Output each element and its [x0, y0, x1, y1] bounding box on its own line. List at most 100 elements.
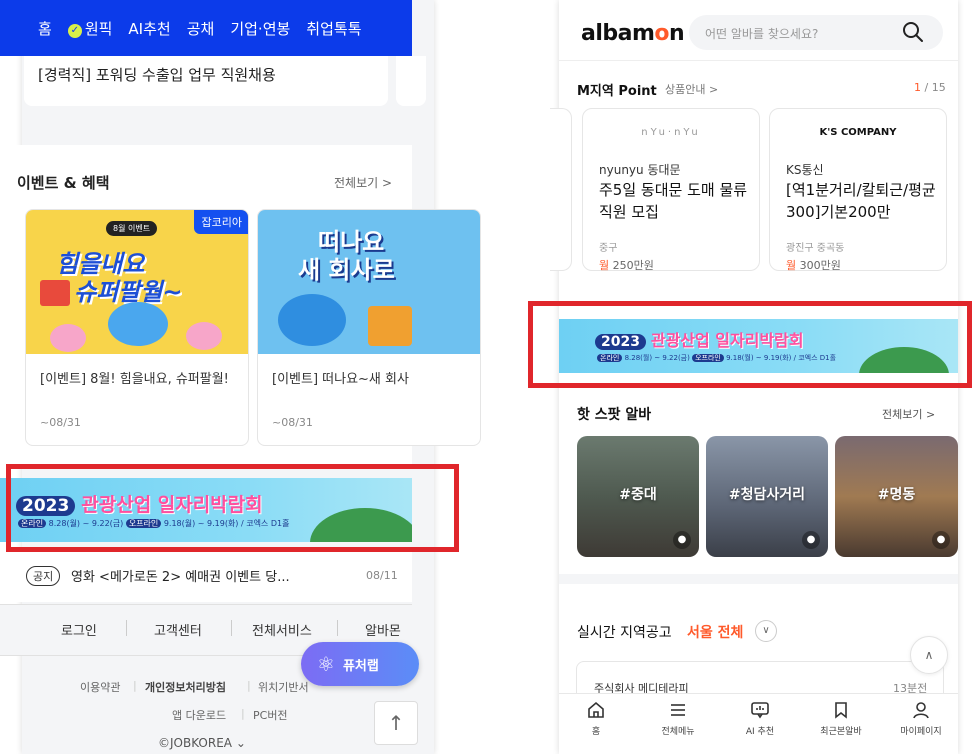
bottom-nav-label: 전체메뉴: [661, 727, 695, 737]
top-nav: 홈 ✓ 원픽 AI추천 공채 기업·연봉 취업톡톡: [0, 0, 412, 56]
divider: [126, 620, 127, 636]
footer-albamon-link[interactable]: 알바몬: [365, 620, 401, 639]
pay-amount: 300만원: [796, 259, 841, 272]
albamon-logo[interactable]: albamon: [581, 21, 685, 46]
event-card[interactable]: 떠나요 새 회사로 [이벤트] 떠나요~새 회사 ~08/31: [257, 209, 481, 446]
footer-login-link[interactable]: 로그인: [61, 620, 97, 639]
footer-location-link[interactable]: 위치기반서: [258, 679, 309, 695]
nav-company-salary[interactable]: 기업·연봉: [230, 18, 290, 39]
realtime-title: 실시간 지역공고: [577, 625, 672, 641]
logo-o: o: [654, 21, 670, 46]
job-card-next[interactable]: [396, 56, 426, 106]
section-divider: [559, 574, 958, 584]
event-tag: 8월 이벤트: [106, 221, 158, 236]
copyright-dropdown[interactable]: ©JOBKOREA ⌄: [158, 736, 246, 750]
hotspot-title: 핫 스팟 알바: [577, 407, 652, 423]
carousel-total: / 15: [921, 81, 946, 94]
footer-customer-center-link[interactable]: 고객센터: [154, 620, 202, 639]
footer-terms-link[interactable]: 이용약관: [80, 679, 120, 695]
nav-home[interactable]: 홈: [38, 18, 52, 39]
point-card-edge[interactable]: [550, 108, 572, 271]
nav-ai-recommend[interactable]: AI추천: [128, 18, 170, 39]
hotspot-card[interactable]: #중대 ●: [577, 436, 699, 557]
bottom-nav-label: 홈: [591, 727, 601, 737]
event-date: ~08/31: [272, 416, 313, 429]
scroll-top-button[interactable]: ↑: [374, 701, 418, 745]
hotspot-card[interactable]: #청담사거리 ●: [706, 436, 828, 557]
notice-tag: 공지: [26, 566, 61, 586]
bottom-nav-menu[interactable]: 전체메뉴: [648, 700, 708, 737]
pay-unit: 월: [599, 259, 610, 272]
logo-text: albam: [581, 21, 655, 46]
jobkorea-badge: 잡코리아: [193, 210, 248, 234]
check-icon: ✓: [67, 23, 82, 38]
scroll-top-button[interactable]: ∧: [910, 636, 948, 674]
nav-onepick[interactable]: ✓ 원픽: [67, 18, 113, 39]
pay-unit: 월: [786, 259, 797, 272]
job-card[interactable]: [경력직] 포워딩 수출입 업무 직원채용: [24, 56, 388, 106]
bottom-nav-home[interactable]: 홈: [566, 700, 626, 737]
nav-public-recruit[interactable]: 공채: [187, 18, 215, 39]
event-card[interactable]: 8월 이벤트 잡코리아 힘을내요 슈퍼팔월~ [이벤트] 8월! 힘을내요, 슈…: [25, 209, 249, 446]
bottom-nav-recent[interactable]: 최근본알바: [811, 700, 871, 737]
location-pin-icon: ●: [802, 531, 820, 549]
bottom-nav-mypage[interactable]: 마이페이지: [891, 700, 951, 737]
location-pin-icon: ●: [673, 531, 691, 549]
job-pay: 월 250만원: [599, 257, 654, 273]
notice-text[interactable]: 영화 <메가로돈 2> 예매권 이벤트 당...: [71, 566, 290, 585]
divider: |: [133, 679, 137, 692]
job-title: [역1분거리/칼퇴근/평균300]기본200만: [786, 181, 936, 221]
point-section-title: M지역 Point: [577, 84, 657, 99]
brand-logo: nYu·nYu: [641, 127, 701, 138]
hotspot-label: #청담사거리: [728, 487, 806, 503]
notice-date: 08/11: [366, 569, 398, 582]
realtime-region[interactable]: 서울 전체: [687, 622, 743, 642]
event-title: [이벤트] 떠나요~새 회사: [272, 372, 409, 387]
ai-chat-icon: [751, 702, 769, 719]
hotspot-label: #명동: [877, 487, 916, 503]
highlight-box: [528, 301, 972, 388]
footer-pc-version-link[interactable]: PC버전: [253, 707, 288, 723]
event-title: [이벤트] 8월! 힘을내요, 슈퍼팔월!: [40, 372, 229, 387]
footer-all-services-link[interactable]: 전체서비스: [252, 620, 312, 639]
hotspot-card[interactable]: #명동 ●: [835, 436, 958, 557]
events-view-all-link[interactable]: 전체보기 >: [334, 174, 392, 191]
futurelab-label: 퓨처랩: [342, 658, 379, 674]
atom-icon: ⚛: [317, 652, 335, 676]
futurelab-button[interactable]: ⚛ 퓨처랩: [301, 642, 419, 686]
chevron-down-icon[interactable]: ∨: [755, 620, 777, 642]
divider: [231, 620, 232, 636]
product-info-link[interactable]: 상품안내 >: [665, 81, 718, 97]
logo-text-end: n: [669, 21, 685, 46]
bottom-nav-label: 최근본알바: [820, 727, 862, 737]
hotspot-view-all-link[interactable]: 전체보기 >: [882, 406, 935, 422]
event-image: 떠나요 새 회사로: [258, 210, 480, 354]
bottom-nav-label: 마이페이지: [900, 727, 942, 737]
footer-privacy-link[interactable]: 개인정보처리방침: [145, 679, 226, 695]
footer-app-download-link[interactable]: 앱 다운로드: [172, 707, 226, 723]
bottom-nav-label: AI 추천: [745, 727, 775, 737]
chevron-up-icon: ∧: [924, 648, 934, 662]
search-icon[interactable]: [901, 20, 925, 44]
pompom-icon: [186, 322, 222, 350]
home-icon: [588, 701, 604, 718]
job-pay: 월 300만원: [786, 257, 841, 273]
nav-onepick-label: 원픽: [84, 19, 113, 38]
point-card[interactable]: K'S COMPANY KS통신 [역1분거리/칼퇴근/평균300]기본200만…: [769, 108, 947, 273]
pay-amount: 250만원: [609, 259, 654, 272]
events-title: 이벤트 & 혜택: [17, 174, 110, 192]
bottom-nav-ai[interactable]: AI 추천: [730, 700, 790, 737]
suitcase-icon: [368, 306, 412, 346]
divider: |: [241, 707, 245, 720]
carousel-current: 1: [914, 81, 921, 94]
nav-career-talk[interactable]: 취업톡톡: [306, 18, 361, 39]
point-card[interactable]: nYu·nYu nyunyu 동대문 주5일 동대문 도매 물류 직원 모집 중…: [582, 108, 760, 273]
search-placeholder: 어떤 알바를 찾으세요?: [705, 27, 819, 41]
carousel-counter: 1 / 15: [914, 81, 946, 94]
pompom-icon: [50, 324, 86, 352]
event-promo-line2: 슈퍼팔월~: [74, 278, 183, 306]
divider: [559, 60, 958, 61]
gift-icon: [40, 280, 70, 306]
highlight-box: [6, 464, 459, 552]
company-name: nyunyu 동대문: [599, 163, 681, 177]
